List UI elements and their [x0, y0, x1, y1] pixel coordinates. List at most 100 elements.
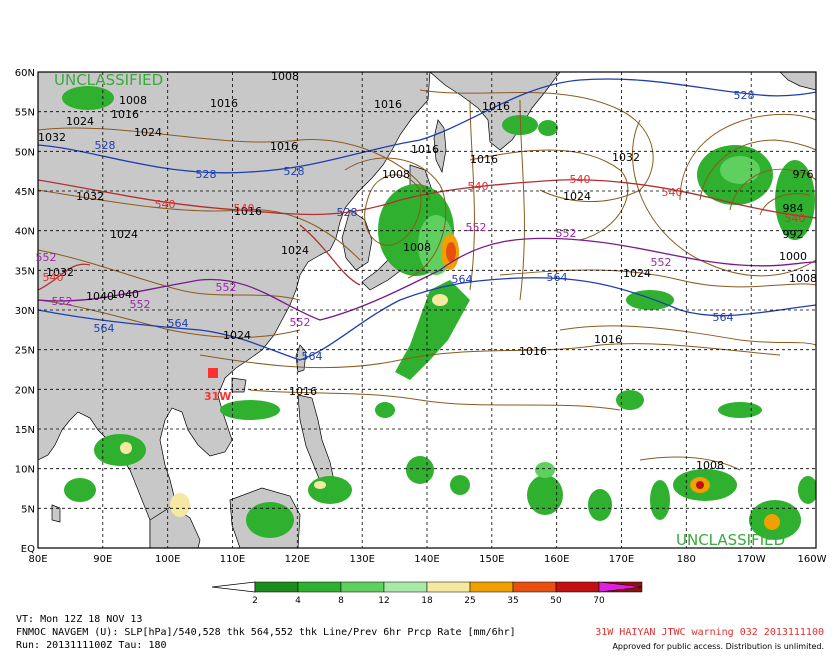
classification-top: UNCLASSIFIED [54, 71, 163, 89]
lon-label: 160W [798, 554, 827, 565]
lat-label: 5N [21, 504, 35, 515]
precip-colorbar: 2 4 8 12 18 25 35 50 70 [211, 581, 643, 606]
thk540-label: 540 [234, 202, 255, 215]
lat-label: 10N [15, 465, 35, 476]
thk528-label: 528 [337, 206, 358, 219]
isobar-label: 1024 [223, 329, 251, 342]
colorbar-tick: 18 [421, 596, 433, 606]
isobar-label: 1016 [210, 97, 238, 110]
lat-label: 15N [15, 425, 35, 436]
thk528-label: 528 [95, 139, 116, 152]
lat-label: 50N [15, 147, 35, 158]
valid-time: VT: Mon 12Z 18 NOV 13 [16, 614, 143, 625]
isobar-label: 1008 [271, 70, 299, 83]
latitude-labels: 60N 55N 50N 45N 40N 35N 30N 25N 20N 15N … [15, 68, 35, 555]
colorbar-tick: 4 [295, 596, 301, 606]
thk528-label: 528 [284, 165, 305, 178]
storm-position-icon [208, 368, 218, 378]
lon-label: 170W [737, 554, 766, 565]
thk540-label: 540 [662, 186, 683, 199]
isobar-label: 1008 [696, 459, 724, 472]
colorbar-tick: 25 [464, 596, 475, 606]
colorbar-swatch [254, 581, 299, 593]
isobar-label: 1016 [270, 140, 298, 153]
thk540-label: 540 [785, 212, 806, 225]
colorbar-tick: 50 [550, 596, 562, 606]
warning-info: 31W HAIYAN JTWC warning 032 2013111100 [595, 627, 824, 638]
colorbar-swatch [426, 581, 471, 593]
isobar-label: 1016 [519, 345, 547, 358]
isobar-label: 976 [793, 168, 814, 181]
colorbar-swatch [297, 581, 342, 593]
colorbar-low-arrow [211, 581, 256, 593]
colorbar-swatch [383, 581, 428, 593]
storm-label: 31W [204, 390, 231, 403]
lat-label: 25N [15, 346, 35, 357]
thk552-label: 552 [651, 256, 672, 269]
isobar-label: 1008 [789, 272, 817, 285]
thk552-label: 552 [130, 298, 151, 311]
colorbar-tick: 8 [338, 596, 344, 606]
thk564-label: 564 [452, 273, 473, 286]
lon-label: 100E [155, 554, 180, 565]
lon-label: 160E [544, 554, 569, 565]
thk528-label: 528 [196, 168, 217, 181]
thk552-label: 552 [36, 251, 57, 264]
colorbar-tick: 12 [378, 596, 389, 606]
colorbar-tick: 35 [507, 596, 518, 606]
lon-label: 150E [479, 554, 504, 565]
isobar-label: 1024 [281, 244, 309, 257]
thk552-label: 552 [216, 281, 237, 294]
thk540-label: 540 [468, 180, 489, 193]
lat-label: 20N [15, 385, 35, 396]
isobar-label: 1032 [76, 190, 104, 203]
model-description: FNMOC NAVGEM (U): SLP[hPa]/540,528 thk 5… [16, 627, 516, 638]
thk564-label: 564 [94, 322, 115, 335]
thk552-label: 552 [466, 221, 487, 234]
longitude-labels: 80E 90E 100E 110E 120E 130E 140E 150E 16… [28, 554, 826, 565]
isobar-label: 1016 [470, 153, 498, 166]
thk528-label: 528 [734, 89, 755, 102]
colorbar-swatch [512, 581, 557, 593]
lat-label: 35N [15, 266, 35, 277]
isobar-label: 1024 [623, 267, 651, 280]
thk540-label: 540 [43, 271, 64, 284]
isobar-label: 1016 [411, 143, 439, 156]
lat-label: 45N [15, 187, 35, 198]
lon-label: 170E [609, 554, 634, 565]
thk552-label: 552 [52, 295, 73, 308]
isobar-label: 1016 [482, 100, 510, 113]
lon-label: 120E [285, 554, 310, 565]
lon-label: 80E [28, 554, 47, 565]
thk552-label: 552 [556, 227, 577, 240]
lon-label: 130E [349, 554, 374, 565]
thk564-label: 564 [713, 311, 734, 324]
hainan-landmass [231, 377, 247, 393]
isobar-label: 1024 [134, 126, 162, 139]
colorbar-swatch [340, 581, 385, 593]
lon-label: 140E [414, 554, 439, 565]
thk564-label: 564 [547, 271, 568, 284]
run-info: Run: 2013111100Z Tau: 180 [16, 640, 167, 651]
isobar-label: 1016 [594, 333, 622, 346]
lat-label: 55N [15, 108, 35, 119]
colorbar-tick: 2 [252, 596, 258, 606]
isobar-label: 1024 [563, 190, 591, 203]
isobar-label: 1024 [110, 228, 138, 241]
colorbar-swatch [555, 581, 600, 593]
colorbar-swatch [469, 581, 514, 593]
colorbar-tick: 70 [593, 596, 605, 606]
thk564-label: 564 [168, 317, 189, 330]
lon-label: 180 [677, 554, 696, 565]
thk552-label: 552 [290, 316, 311, 329]
isobar-label: 1024 [66, 115, 94, 128]
isobar-label: 1016 [111, 108, 139, 121]
isobar-label: 1032 [38, 131, 66, 144]
isobar-label: 1016 [289, 385, 317, 398]
thk540-label: 540 [570, 173, 591, 186]
thk564-label: 564 [302, 350, 323, 363]
isobar-label: 992 [783, 228, 804, 241]
isobar-label: 1032 [612, 151, 640, 164]
isobar-label: 1008 [119, 94, 147, 107]
lon-label: 110E [220, 554, 245, 565]
